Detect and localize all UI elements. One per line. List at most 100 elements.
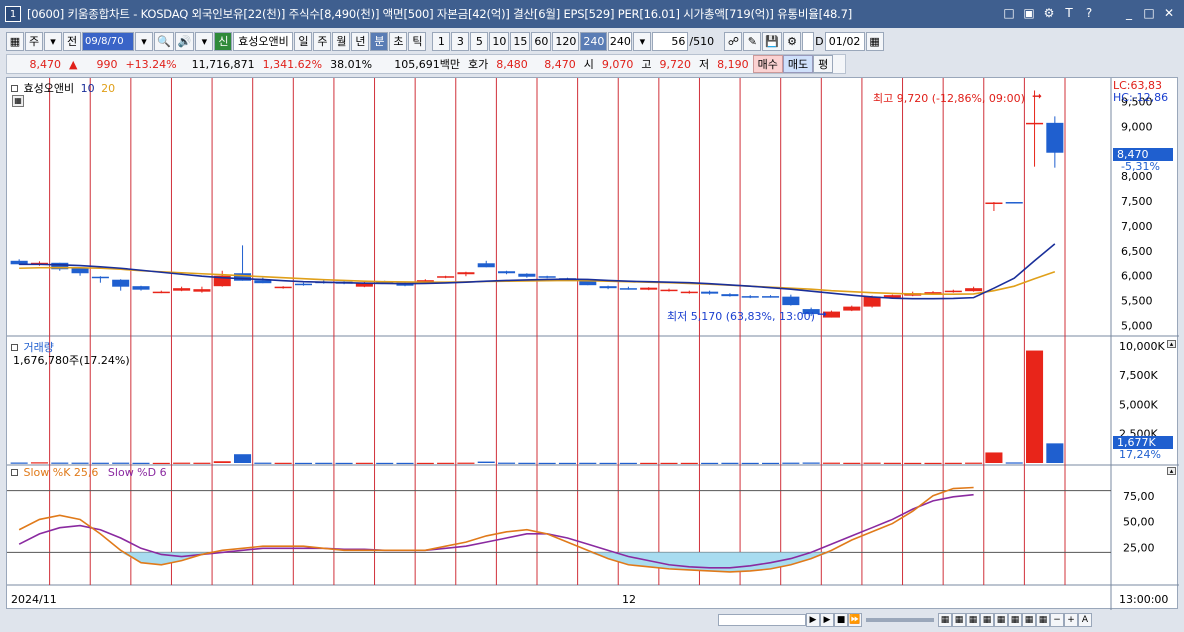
- sell-button[interactable]: 매도: [782, 55, 814, 73]
- candle-body: [294, 283, 312, 286]
- layout-icon[interactable]: ▦: [980, 613, 994, 627]
- date-input[interactable]: 09/8/70: [82, 31, 134, 51]
- date-field[interactable]: 01/02: [824, 31, 865, 51]
- scroll-right-icon[interactable]: ▶: [806, 613, 820, 627]
- volume-bar: [315, 462, 333, 464]
- fast-forward-icon[interactable]: ⏩: [848, 613, 862, 627]
- save-icon[interactable]: 💾: [762, 31, 783, 51]
- maximize-icon[interactable]: □: [1142, 6, 1156, 20]
- price-axis-label: 5,500: [1121, 295, 1153, 308]
- minute-combo[interactable]: 240: [608, 31, 633, 51]
- layout-icon[interactable]: ▦: [1036, 613, 1050, 627]
- layout-icon[interactable]: ▦: [1008, 613, 1022, 627]
- interval-day[interactable]: 일: [294, 31, 313, 51]
- volume-bar: [822, 462, 840, 464]
- quote-strip: 8,470 ▲ 990 +13.24% 11,716,871 1,341.62%…: [6, 54, 846, 74]
- minute-5[interactable]: 5: [470, 31, 489, 51]
- layout-icon[interactable]: ▦: [938, 613, 952, 627]
- volume-bar: [640, 462, 658, 465]
- count-input[interactable]: 56: [652, 31, 689, 51]
- stop-icon[interactable]: ■: [834, 613, 848, 627]
- stock-name-field[interactable]: 효성오앤비: [233, 31, 294, 51]
- interval-year[interactable]: 년: [351, 31, 370, 51]
- close-icon[interactable]: ✕: [1162, 6, 1176, 20]
- period-day-button[interactable]: 주: [25, 31, 43, 51]
- text-a-icon[interactable]: A: [1078, 613, 1092, 627]
- minute-3[interactable]: 3: [451, 31, 470, 51]
- help-icon[interactable]: ?: [1082, 6, 1096, 20]
- minus-icon[interactable]: −: [1050, 613, 1064, 627]
- minute-120[interactable]: 120: [552, 31, 580, 51]
- window-title: [0600] 키움종합차트 - KOSDAQ 외국인보유[22(천)] 주식수[…: [27, 7, 853, 21]
- eval-button[interactable]: 평: [813, 55, 834, 73]
- minute-60[interactable]: 60: [531, 31, 552, 51]
- volume-bar: [924, 462, 942, 465]
- volume-bar: [477, 461, 495, 463]
- minute-1[interactable]: 1: [432, 31, 451, 51]
- minimize-icon[interactable]: _: [1122, 6, 1136, 20]
- play-icon[interactable]: ▶: [820, 613, 834, 627]
- legend-ma10: 10: [80, 82, 95, 95]
- interval-week[interactable]: 주: [313, 31, 332, 51]
- candle-body: [538, 276, 556, 278]
- text-icon[interactable]: T: [1062, 6, 1076, 20]
- trade-amount: 105,691백만: [394, 58, 461, 71]
- up-arrow-icon: ▲: [69, 57, 78, 71]
- volume-bar: [213, 461, 231, 463]
- layout-icon[interactable]: ▦: [994, 613, 1008, 627]
- candle-body: [274, 286, 292, 289]
- chevron-down-icon[interactable]: ▾: [135, 31, 153, 51]
- candle-body: [721, 294, 739, 297]
- layout-icon[interactable]: ▣: [1022, 6, 1036, 20]
- collapse-icon[interactable]: ▴: [1167, 467, 1176, 475]
- draw-icon[interactable]: ✎: [743, 31, 762, 51]
- buy-button[interactable]: 매수: [752, 55, 783, 73]
- zoom-slider[interactable]: [866, 618, 934, 622]
- layout-icon[interactable]: ▦: [952, 613, 966, 627]
- candle-body: [843, 306, 861, 311]
- minute-10[interactable]: 10: [489, 31, 510, 51]
- interval-minute[interactable]: 분: [370, 31, 389, 51]
- layout-icon[interactable]: ▦: [966, 613, 980, 627]
- speaker-icon[interactable]: 🔊: [174, 31, 195, 51]
- minute-15[interactable]: 15: [510, 31, 531, 51]
- chart-area[interactable]: 5,000 5,500 6,000 6,500 7,000 7,500 8,000 9,000…: [6, 77, 1179, 610]
- volume-bar: [294, 462, 312, 465]
- window-number[interactable]: 1: [5, 6, 21, 22]
- plus-icon[interactable]: +: [1064, 613, 1078, 627]
- candle-body: [782, 296, 800, 306]
- interval-second[interactable]: 초: [389, 31, 408, 51]
- layout-icon[interactable]: ▦: [1022, 613, 1036, 627]
- calendar-icon[interactable]: ▦: [865, 31, 884, 51]
- collapse-icon[interactable]: ▴: [1167, 340, 1176, 348]
- chevron-down-icon[interactable]: ▾: [195, 31, 214, 51]
- candle-body: [741, 296, 759, 298]
- volume-bar: [10, 462, 28, 464]
- chart-canvas[interactable]: 5,0005,5006,0006,5007,0007,5008,0009,000…: [7, 78, 1179, 610]
- volume-bar: [1026, 350, 1044, 463]
- interval-month[interactable]: 월: [332, 31, 351, 51]
- volume-bar: [802, 462, 820, 464]
- scroll-thumb[interactable]: [718, 614, 806, 626]
- link-icon[interactable]: ☍: [724, 31, 743, 51]
- interval-tick[interactable]: 틱: [408, 31, 427, 51]
- d-checkbox[interactable]: [802, 31, 815, 51]
- legend-square-icon: [11, 344, 18, 351]
- chevron-down-icon[interactable]: ▾: [633, 31, 652, 51]
- period-prev-button[interactable]: 전: [63, 31, 81, 51]
- restore-icon[interactable]: □: [1002, 6, 1016, 20]
- volume-bar: [762, 462, 780, 465]
- search-icon[interactable]: 🔍: [154, 31, 174, 51]
- minute-240[interactable]: 240: [580, 31, 608, 51]
- gear-icon[interactable]: ⚙: [783, 31, 802, 51]
- candle-body: [498, 271, 516, 274]
- grid-toggle-icon[interactable]: ▦: [12, 95, 24, 107]
- settings-icon[interactable]: ⚙: [1042, 6, 1056, 20]
- volume-bar: [782, 462, 800, 464]
- candle-body: [437, 276, 455, 278]
- dropdown-icon[interactable]: ▾: [44, 31, 62, 51]
- chart-layout-icon[interactable]: ▦: [6, 31, 24, 51]
- volume-bar: [376, 462, 394, 465]
- hoga-label: 호가: [468, 58, 489, 71]
- candle-body: [680, 291, 698, 294]
